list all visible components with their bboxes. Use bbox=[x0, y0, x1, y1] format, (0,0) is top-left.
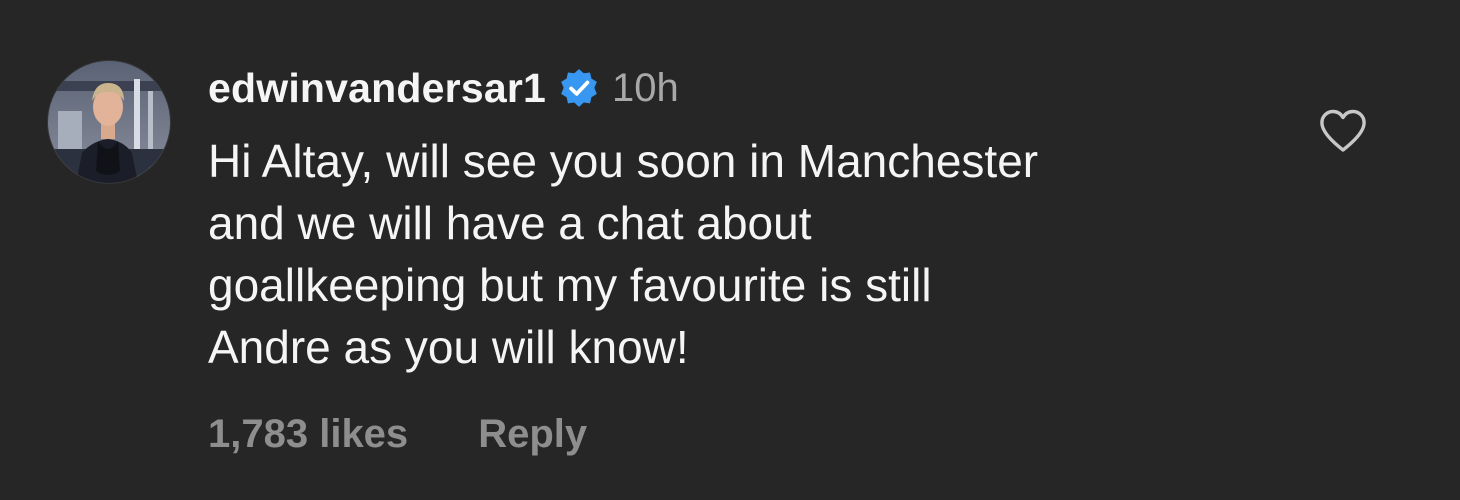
heart-outline-icon bbox=[1320, 109, 1366, 152]
comment-timestamp: 10h bbox=[612, 65, 679, 110]
comment-text-line: Andre as you will know! bbox=[208, 321, 689, 373]
comment-text-line: goallkeeping but my favourite is still bbox=[208, 259, 932, 311]
comment-footer: 1,783 likes Reply bbox=[208, 412, 587, 457]
avatar-photo bbox=[48, 61, 170, 183]
comment-container: edwinvandersar1 10h Hi Altay, will see y… bbox=[0, 0, 1460, 500]
verified-badge-icon bbox=[558, 67, 600, 109]
likes-count[interactable]: 1,783 likes bbox=[208, 412, 408, 457]
comment-header: edwinvandersar1 10h bbox=[208, 62, 679, 114]
avatar[interactable] bbox=[48, 61, 170, 183]
username[interactable]: edwinvandersar1 bbox=[208, 65, 546, 112]
comment-text-line: Hi Altay, will see you soon in Mancheste… bbox=[208, 135, 1039, 187]
comment-text: Hi Altay, will see you soon in Mancheste… bbox=[208, 130, 1288, 378]
reply-button[interactable]: Reply bbox=[478, 412, 587, 457]
comment-text-line: and we will have a chat about bbox=[208, 197, 812, 249]
like-button[interactable] bbox=[1318, 108, 1368, 154]
